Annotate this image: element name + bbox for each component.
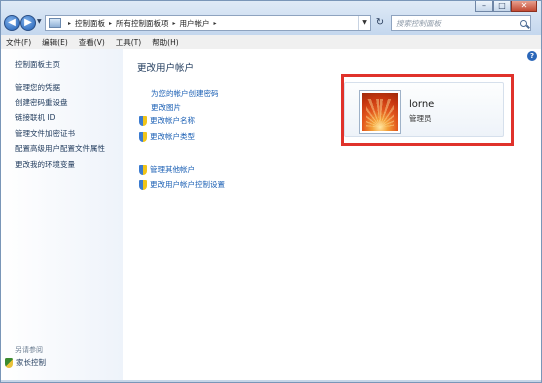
refresh-button[interactable]: ↻ bbox=[373, 15, 387, 31]
uac-shield-icon bbox=[139, 179, 147, 190]
bottom-border bbox=[1, 380, 541, 382]
menu-view[interactable]: 查看(V) bbox=[79, 37, 105, 48]
see-also-heading: 另请参阅 bbox=[15, 346, 43, 354]
link-label: 更改用户帐户控制设置 bbox=[150, 180, 225, 189]
back-button[interactable]: ◀ bbox=[4, 15, 20, 31]
account-role: 管理员 bbox=[409, 114, 432, 123]
menu-bar: 文件(F) 编辑(E) 查看(V) 工具(T) 帮助(H) bbox=[1, 35, 541, 50]
change-account-name-link[interactable]: 更改帐户名称 bbox=[139, 115, 195, 126]
control-panel-window: – □ ✕ ◀ ▶ ▼ ▸ 控制面板 ▸ 所有控制面板项 ▸ 用户帐户 ▸ ▼ … bbox=[0, 0, 542, 383]
menu-help[interactable]: 帮助(H) bbox=[152, 37, 179, 48]
change-account-type-link[interactable]: 更改帐户类型 bbox=[139, 131, 195, 142]
window-controls: – □ ✕ bbox=[475, 1, 537, 13]
change-picture-link[interactable]: 更改图片 bbox=[151, 102, 181, 113]
menu-tools[interactable]: 工具(T) bbox=[116, 37, 141, 48]
forward-button[interactable]: ▶ bbox=[20, 15, 36, 31]
uac-shield-icon bbox=[139, 164, 147, 175]
sidebar-item-manage-credentials[interactable]: 管理您的凭据 bbox=[15, 82, 60, 93]
address-bar[interactable]: ▸ 控制面板 ▸ 所有控制面板项 ▸ 用户帐户 ▸ ▼ bbox=[45, 15, 371, 31]
search-placeholder: 搜索控制面板 bbox=[396, 18, 441, 28]
breadcrumb-all-items[interactable]: 所有控制面板项 bbox=[116, 18, 169, 29]
sidebar-item-control-panel-home[interactable]: 控制面板主页 bbox=[15, 59, 60, 70]
search-icon[interactable] bbox=[520, 19, 527, 27]
title-bar: – □ ✕ ◀ ▶ ▼ ▸ 控制面板 ▸ 所有控制面板项 ▸ 用户帐户 ▸ ▼ … bbox=[1, 1, 541, 35]
sidebar-item-password-reset-disk[interactable]: 创建密码重设盘 bbox=[15, 97, 68, 108]
breadcrumb-control-panel[interactable]: 控制面板 bbox=[75, 18, 105, 29]
breadcrumb-user-accounts[interactable]: 用户帐户 bbox=[180, 18, 210, 29]
avatar[interactable] bbox=[360, 91, 400, 133]
breadcrumb-separator: ▸ bbox=[68, 19, 72, 27]
main-content: ? 更改用户帐户 为您的帐户创建密码 更改图片 更改帐户名称 更改帐户类型 管理… bbox=[123, 49, 541, 382]
link-label: 管理其他帐户 bbox=[150, 165, 195, 174]
address-history-chevron-down-icon[interactable]: ▼ bbox=[358, 16, 370, 30]
menu-edit[interactable]: 编辑(E) bbox=[42, 37, 68, 48]
link-label: 更改帐户名称 bbox=[150, 116, 195, 125]
breadcrumb-separator[interactable]: ▸ bbox=[214, 20, 217, 27]
close-button[interactable]: ✕ bbox=[511, 1, 537, 12]
parental-controls-icon bbox=[5, 357, 13, 368]
minimize-button[interactable]: – bbox=[475, 1, 493, 12]
sidebar-item-label: 家长控制 bbox=[16, 358, 46, 367]
help-icon[interactable]: ? bbox=[527, 51, 537, 61]
page-title: 更改用户帐户 bbox=[137, 63, 195, 74]
sidebar-item-environment-variables[interactable]: 更改我的环境变量 bbox=[15, 159, 75, 170]
breadcrumb-separator[interactable]: ▸ bbox=[109, 20, 112, 27]
search-input[interactable]: 搜索控制面板 bbox=[391, 15, 531, 31]
maximize-button[interactable]: □ bbox=[493, 1, 511, 12]
account-card: lorne 管理员 bbox=[344, 82, 504, 137]
uac-shield-icon bbox=[139, 115, 147, 126]
sidebar-item-link-online-id[interactable]: 链接联机 ID bbox=[15, 112, 55, 123]
task-pane: 控制面板主页 管理您的凭据 创建密码重设盘 链接联机 ID 管理文件加密证书 配… bbox=[1, 49, 123, 382]
sidebar-item-file-encryption-certificates[interactable]: 管理文件加密证书 bbox=[15, 128, 75, 139]
sidebar-item-parental-controls[interactable]: 家长控制 bbox=[5, 357, 46, 368]
recent-pages-chevron-down-icon[interactable]: ▼ bbox=[37, 18, 42, 25]
account-name: lorne bbox=[409, 99, 435, 110]
manage-other-accounts-link[interactable]: 管理其他帐户 bbox=[139, 164, 195, 175]
create-password-link[interactable]: 为您的帐户创建密码 bbox=[151, 88, 219, 99]
link-label: 更改帐户类型 bbox=[150, 132, 195, 141]
control-panel-icon bbox=[49, 18, 61, 28]
menu-file[interactable]: 文件(F) bbox=[6, 37, 31, 48]
breadcrumb-separator[interactable]: ▸ bbox=[173, 20, 176, 27]
uac-settings-link[interactable]: 更改用户帐户控制设置 bbox=[139, 179, 225, 190]
uac-shield-icon bbox=[139, 131, 147, 142]
sidebar-item-advanced-profile-properties[interactable]: 配置高级用户配置文件属性 bbox=[15, 143, 105, 154]
